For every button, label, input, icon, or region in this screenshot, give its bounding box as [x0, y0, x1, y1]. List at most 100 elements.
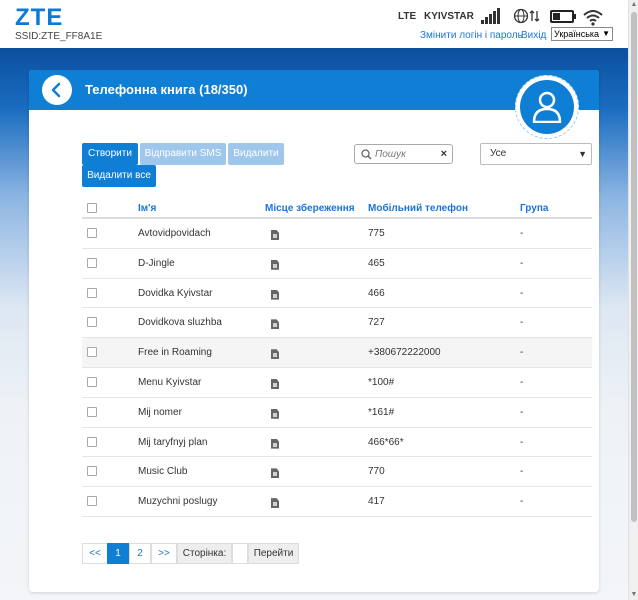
row-checkbox[interactable]	[87, 376, 97, 387]
sim-card-icon	[271, 498, 279, 509]
battery-icon	[550, 10, 576, 23]
page-title: Телефонна книга (18/350)	[85, 82, 248, 97]
contact-group: -	[520, 376, 524, 388]
back-arrow-icon	[51, 82, 61, 98]
ssid-label: SSID:ZTE_FF8A1E	[15, 31, 103, 42]
contact-group: -	[520, 436, 524, 448]
contact-group: -	[520, 466, 524, 478]
row-checkbox[interactable]	[87, 466, 97, 477]
sim-card-icon	[271, 230, 279, 240]
group-filter-value: Усе	[490, 148, 507, 159]
column-header-group[interactable]: Група	[520, 203, 548, 214]
zte-logo: ZTE	[15, 4, 64, 31]
scroll-down-arrow-icon[interactable]: ▼	[629, 590, 638, 600]
row-checkbox[interactable]	[87, 406, 97, 417]
contact-phone: 466	[368, 287, 385, 299]
group-filter-select[interactable]: Усе ▼	[480, 143, 592, 165]
clear-search-icon[interactable]: ×	[441, 148, 447, 160]
contact-name: Free in Roaming	[138, 347, 212, 359]
contact-phone: 466*66*	[368, 436, 404, 448]
row-checkbox[interactable]	[87, 436, 97, 447]
language-select[interactable]: Українська ▼	[551, 27, 613, 41]
contact-name: Music Club	[138, 466, 188, 478]
sim-card-icon	[271, 378, 279, 389]
column-header-name[interactable]: Ім'я	[138, 203, 156, 214]
page-1-button[interactable]: 1	[107, 543, 129, 564]
contact-phone: 417	[368, 496, 385, 508]
contact-name: Mij nomer	[138, 406, 182, 418]
prev-page-button[interactable]: <<	[82, 543, 108, 564]
search-input[interactable]	[375, 148, 437, 161]
back-button[interactable]	[42, 75, 72, 105]
row-checkbox[interactable]	[87, 496, 97, 507]
contact-group: -	[520, 317, 524, 329]
sim-card-icon	[271, 468, 279, 479]
contact-name: Mij taryfnyj plan	[138, 436, 208, 448]
row-checkbox[interactable]	[87, 347, 97, 358]
contact-phone: 465	[368, 257, 385, 269]
avatar-ring	[515, 75, 579, 139]
sim-card-icon	[271, 259, 279, 270]
send-sms-button[interactable]: Відправити SMS	[140, 143, 226, 165]
column-header-mobile[interactable]: Мобільний телефон	[368, 203, 468, 214]
sim-card-icon	[271, 289, 279, 300]
contact-name: D-Jingle	[138, 257, 175, 269]
contact-phone: 775	[368, 228, 385, 239]
internet-globe-icon	[513, 8, 541, 24]
table-row[interactable]: Music Club 770 -	[82, 457, 592, 488]
sim-card-icon	[271, 319, 279, 330]
contact-name: Dovidka Kyivstar	[138, 287, 213, 299]
table-row[interactable]: D-Jingle 465 -	[82, 249, 592, 279]
table-row[interactable]: Mij nomer *161# -	[82, 398, 592, 428]
table-row[interactable]: Avtovidpovidach 775 -	[82, 219, 592, 249]
contact-name: Menu Kyivstar	[138, 376, 202, 388]
contact-group: -	[520, 257, 524, 269]
row-checkbox[interactable]	[87, 257, 97, 268]
user-icon	[532, 91, 562, 123]
card-header: Телефонна книга (18/350)	[29, 70, 599, 110]
contact-phone: *161#	[368, 406, 395, 418]
scroll-up-arrow-icon[interactable]: ▲	[629, 0, 638, 10]
table-row[interactable]: Dovidka Kyivstar 466 -	[82, 279, 592, 309]
page-2-button[interactable]: 2	[129, 543, 151, 564]
contact-name: Avtovidpovidach	[138, 228, 211, 239]
go-to-page-button[interactable]: Перейти	[248, 543, 299, 564]
row-checkbox[interactable]	[87, 228, 97, 238]
sim-card-icon	[271, 438, 279, 449]
network-type: LTE	[398, 11, 417, 22]
column-header-storage[interactable]: Місце збереження	[265, 203, 355, 214]
row-checkbox[interactable]	[87, 317, 97, 328]
table-header: Ім'я Місце збереження Мобільний телефон …	[82, 197, 592, 219]
contact-group: -	[520, 496, 524, 508]
sim-card-icon	[271, 408, 279, 419]
operator-name: KYIVSTAR	[424, 11, 474, 22]
chevron-down-icon: ▼	[578, 149, 587, 159]
delete-all-button[interactable]: Видалити все	[82, 165, 156, 187]
table-row[interactable]: Mij taryfnyj plan 466*66* -	[82, 428, 592, 458]
page-number-input[interactable]	[232, 543, 248, 564]
delete-button[interactable]: Видалити	[228, 143, 284, 165]
language-value: Українська	[554, 29, 600, 39]
contact-phone: 727	[368, 317, 385, 329]
row-checkbox[interactable]	[87, 287, 97, 298]
contact-group: -	[520, 347, 524, 359]
table-row[interactable]: Free in Roaming +380672222000 -	[82, 338, 592, 368]
scroll-thumb[interactable]	[631, 12, 637, 522]
contact-phone: 770	[368, 466, 385, 478]
logout-link[interactable]: Вихід	[521, 30, 546, 41]
page-scrollbar[interactable]: ▲ ▼	[628, 0, 638, 600]
table-row[interactable]: Dovidkova sluzhba 727 -	[82, 308, 592, 339]
signal-strength-icon	[481, 8, 500, 24]
search-box[interactable]: ×	[354, 144, 453, 164]
change-login-link[interactable]: Змінити логін і пароль	[420, 30, 523, 41]
table-row[interactable]: Muzychni poslugy 417 -	[82, 487, 592, 517]
create-contact-button[interactable]: Створити	[82, 143, 138, 165]
next-page-button[interactable]: >>	[151, 543, 177, 564]
avatar	[520, 80, 574, 134]
chevron-down-icon: ▼	[602, 29, 610, 38]
table-row[interactable]: Menu Kyivstar *100# -	[82, 368, 592, 398]
top-header: ZTE SSID:ZTE_FF8A1E LTE KYIVSTAR Змінити…	[0, 0, 638, 48]
contact-name: Muzychni poslugy	[138, 496, 218, 508]
contact-phone: *100#	[368, 376, 395, 388]
select-all-checkbox[interactable]	[87, 203, 97, 213]
